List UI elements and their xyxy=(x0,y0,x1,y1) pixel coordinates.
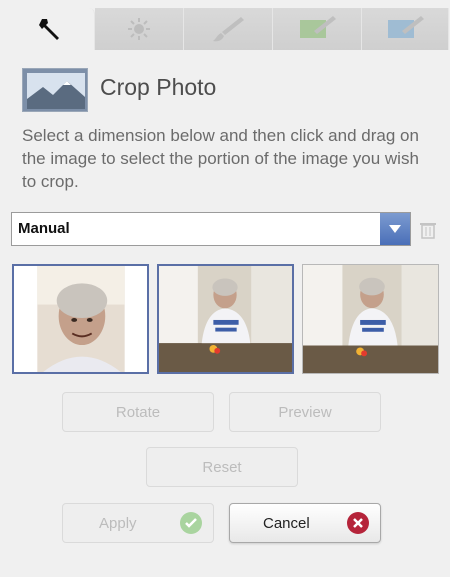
cancel-button-label: Cancel xyxy=(263,514,310,532)
checkmark-icon xyxy=(180,512,202,534)
preview-button[interactable]: Preview xyxy=(229,392,381,432)
close-icon xyxy=(347,512,369,534)
tab-effects-green[interactable] xyxy=(273,8,362,50)
crop-option-original[interactable] xyxy=(302,264,439,374)
panel-header: Crop Photo xyxy=(22,68,422,112)
tab-brush[interactable] xyxy=(184,8,273,50)
brush-green-icon xyxy=(300,16,336,38)
crop-option-portrait[interactable] xyxy=(12,264,149,374)
instructions-text: Select a dimension below and then click … xyxy=(22,126,419,191)
apply-button-label: Apply xyxy=(99,514,137,532)
preview-button-label: Preview xyxy=(278,403,332,421)
reset-button-label: Reset xyxy=(202,458,242,476)
tab-effects-blue[interactable] xyxy=(362,8,449,50)
cancel-button[interactable]: Cancel xyxy=(229,503,381,543)
reset-button[interactable]: Reset xyxy=(146,447,298,487)
trash-icon[interactable] xyxy=(418,220,438,240)
tool-tabs xyxy=(8,8,449,50)
page-title: Crop Photo xyxy=(100,74,217,100)
rotate-button-label: Rotate xyxy=(115,403,161,421)
dropdown-arrow-button[interactable] xyxy=(380,213,410,245)
original-photo xyxy=(303,265,438,373)
tab-tools[interactable] xyxy=(8,8,95,50)
crop-option-wide[interactable] xyxy=(157,264,294,374)
dimension-select-value: Manual xyxy=(18,220,70,237)
dimension-select[interactable]: Manual xyxy=(11,212,411,246)
chevron-down-icon xyxy=(389,225,401,233)
landscape-photo-icon xyxy=(22,68,88,112)
brush-blue-icon xyxy=(388,16,424,38)
wide-photo xyxy=(159,266,292,372)
crop-photo-panel: Crop Photo Select a dimension below and … xyxy=(0,0,450,577)
apply-button[interactable]: Apply xyxy=(62,503,214,543)
brush-icon xyxy=(213,17,244,42)
wrench-icon xyxy=(39,19,59,40)
portrait-photo xyxy=(14,266,147,372)
rotate-button[interactable]: Rotate xyxy=(62,392,214,432)
sun-icon xyxy=(128,18,150,40)
tab-adjust[interactable] xyxy=(95,8,184,50)
